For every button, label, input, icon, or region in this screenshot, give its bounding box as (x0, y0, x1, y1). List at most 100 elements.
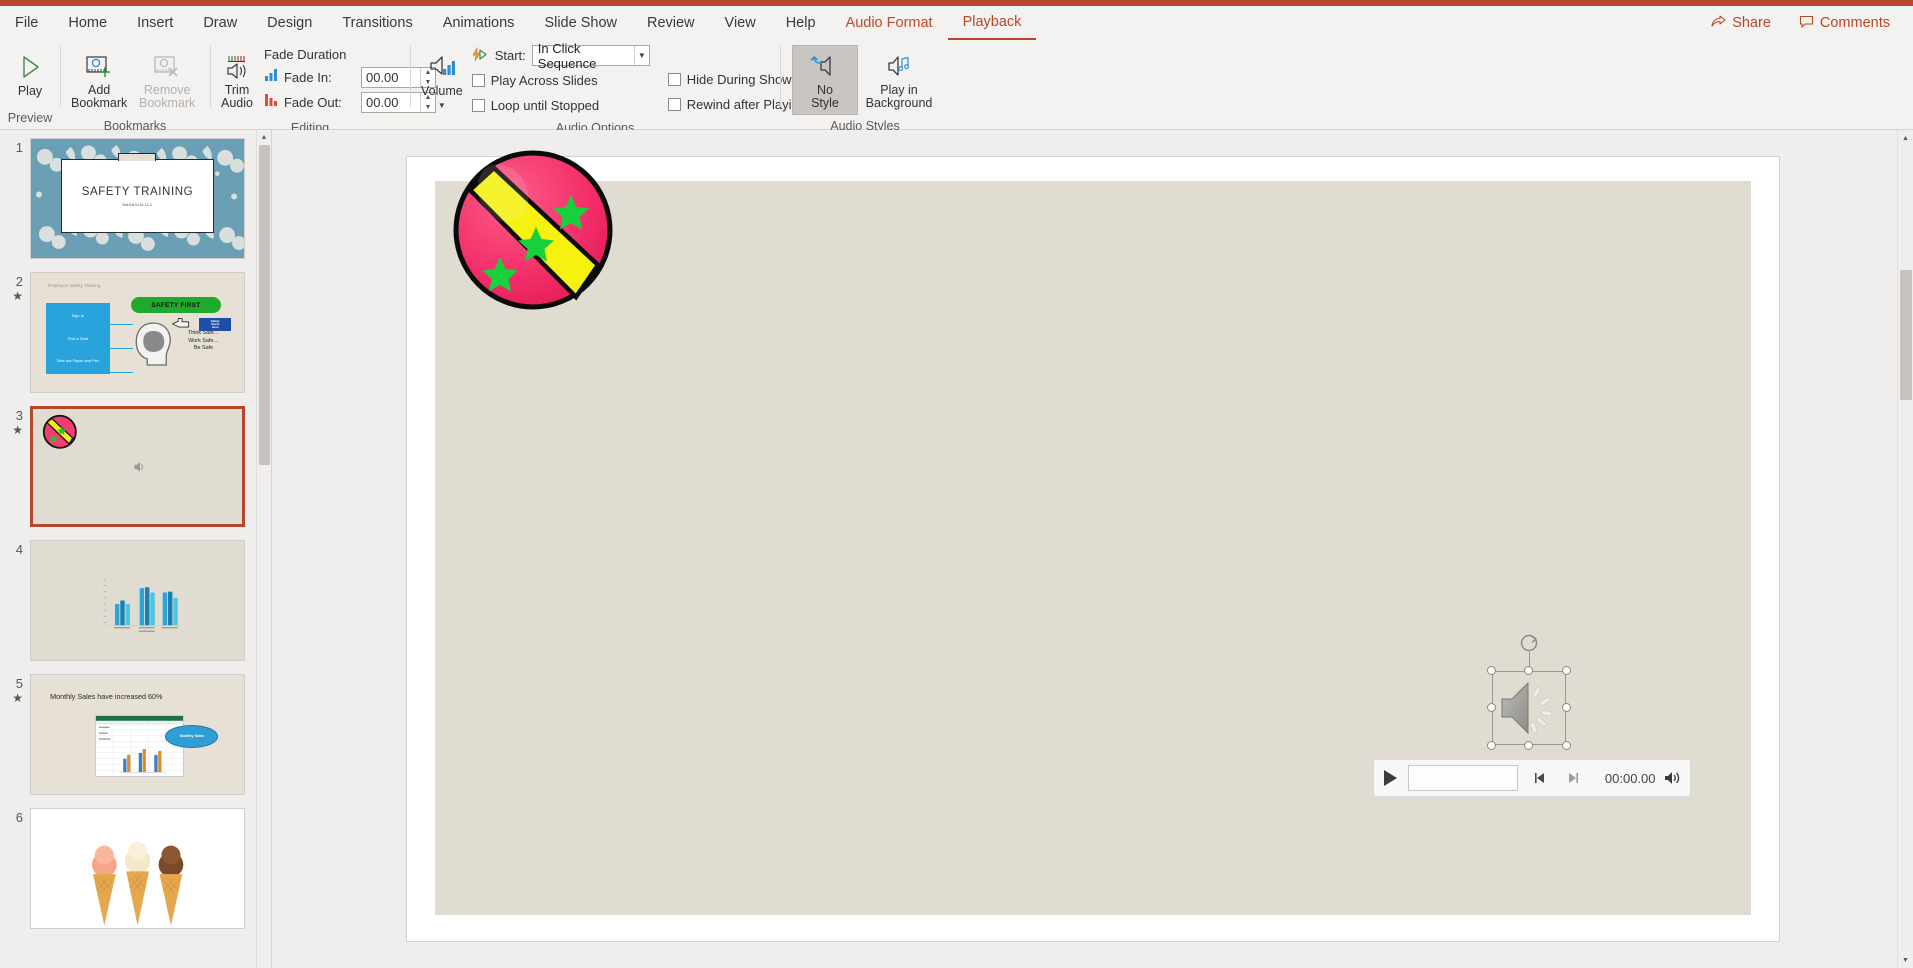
fade-in-icon (264, 68, 279, 87)
thumbnail-row-2[interactable]: 2 ★ Employee Safety Training Sign In Fin… (0, 272, 271, 393)
resize-handle-s[interactable] (1523, 741, 1533, 750)
slide2-banner: SAFETY FIRST (131, 296, 221, 314)
share-label: Share (1732, 15, 1771, 31)
slide-thumbnail-4[interactable] (30, 540, 245, 661)
play-in-background-icon (884, 50, 914, 84)
slide1-title-card: SAFETY TRAINING MAGNOLIA LLC (60, 153, 215, 233)
volume-icon (427, 50, 457, 84)
audio-options-column-1: Start: In Click Sequence ▼ Play Across S… (466, 41, 650, 116)
tab-animations[interactable]: Animations (428, 6, 530, 40)
share-button[interactable]: Share (1700, 10, 1782, 37)
thumbnail-row-3[interactable]: 3 ★ (0, 406, 271, 527)
tab-review[interactable]: Review (632, 6, 710, 40)
add-bookmark-button[interactable]: Add Bookmark (68, 45, 130, 115)
tab-audio-format[interactable]: Audio Format (831, 6, 948, 40)
canvas-scroll-up-button[interactable]: ▲ (1898, 130, 1913, 146)
play-button[interactable]: Play (8, 45, 52, 103)
slide6-ice-cream-image (91, 841, 184, 926)
play-in-background-button[interactable]: Play in Background (860, 45, 938, 115)
canvas-scroll-down-button[interactable]: ▼ (1898, 952, 1913, 968)
play-across-slides-checkbox[interactable] (471, 74, 485, 87)
trim-audio-button[interactable]: Trim Audio (218, 45, 256, 115)
player-progress-track[interactable] (1407, 765, 1518, 791)
thumbnail-scroll-up-button[interactable]: ▲ (257, 130, 271, 145)
volume-dropdown-chevron-down-icon[interactable]: ▼ (438, 99, 446, 112)
loop-until-stopped-label[interactable]: Loop until Stopped (491, 98, 599, 113)
current-slide[interactable]: 00:00.00 (434, 150, 1751, 915)
comment-icon (1799, 15, 1814, 32)
no-style-button[interactable]: No Style (792, 45, 858, 115)
player-volume-icon[interactable] (1664, 770, 1682, 786)
slide1-title: SAFETY TRAINING (81, 185, 194, 198)
thumbnail-scrollbar[interactable]: ▲ (256, 130, 271, 968)
ribbon-group-audio-styles: No Style Play in Background Audio Styles (780, 40, 950, 133)
tab-design[interactable]: Design (252, 6, 327, 40)
start-label: Start: (494, 48, 526, 63)
resize-handle-ne[interactable] (1561, 666, 1571, 675)
slide2-banner-text: SAFETY FIRST (151, 301, 201, 309)
tab-playback[interactable]: Playback (947, 6, 1037, 40)
tab-transitions[interactable]: Transitions (327, 6, 427, 40)
player-step-back-icon[interactable] (1533, 771, 1547, 785)
start-row: Start: In Click Sequence ▼ (472, 41, 650, 71)
audio-player-bar[interactable]: 00:00.00 (1372, 759, 1691, 797)
rewind-after-playing-checkbox[interactable] (667, 98, 681, 111)
resize-handle-w[interactable] (1486, 703, 1496, 712)
no-style-icon (810, 50, 840, 84)
thumbnail-row-5[interactable]: 5 ★ Monthly Sales have increased 60% Mon… (0, 674, 271, 795)
slide5-background: Monthly Sales have increased 60% Monthly… (31, 675, 244, 794)
beach-ball-object[interactable] (448, 145, 618, 315)
tab-slide-show[interactable]: Slide Show (529, 6, 632, 40)
ribbon-group-editing: Trim Audio Fade Duration Fade In: ▲ ▼ (210, 40, 436, 135)
start-select-chevron-down-icon[interactable]: ▼ (633, 46, 649, 65)
canvas-scroll-thumb[interactable] (1900, 270, 1912, 400)
resize-handle-e[interactable] (1561, 703, 1571, 712)
loop-until-stopped-checkbox[interactable] (471, 99, 485, 112)
tab-draw[interactable]: Draw (188, 6, 252, 40)
remove-bookmark-button[interactable]: Remove Bookmark (132, 45, 202, 115)
start-select[interactable]: In Click Sequence ▼ (531, 41, 650, 71)
animation-star-icon-2: ★ (12, 289, 23, 303)
resize-handle-n[interactable] (1523, 666, 1533, 675)
add-bookmark-label-2: Bookmark (71, 96, 128, 110)
thumbnail-scroll-thumb[interactable] (259, 145, 270, 465)
slide-thumbnail-3[interactable] (30, 406, 245, 527)
hide-during-show-checkbox[interactable] (667, 73, 681, 86)
player-play-icon[interactable] (1382, 769, 1398, 787)
no-style-label-2: Style (811, 96, 839, 110)
tab-help[interactable]: Help (771, 6, 831, 40)
rotation-handle-icon[interactable] (1519, 633, 1539, 653)
slide6-background (31, 809, 244, 928)
fade-in-label: Fade In: (283, 70, 332, 85)
slide-thumbnail-2[interactable]: Employee Safety Training Sign In Find a … (30, 272, 245, 393)
tab-insert[interactable]: Insert (122, 6, 188, 40)
slide2-steps-box: Sign In Find a Seat Take out Paper and P… (45, 302, 110, 375)
slide3-audio-speaker-icon (134, 461, 144, 472)
slide1-subtitle: MAGNOLIA LLC (122, 202, 153, 207)
slide-editing-surface[interactable]: 00:00.00 (405, 150, 1780, 942)
beach-ball-image[interactable] (448, 145, 618, 315)
slide-number-2: 2 ★ (4, 272, 30, 393)
play-across-slides-label[interactable]: Play Across Slides (491, 73, 598, 88)
tab-view[interactable]: View (710, 6, 771, 40)
tab-home[interactable]: Home (53, 6, 122, 40)
canvas-scrollbar[interactable]: ▲ ▼ (1897, 130, 1913, 968)
play-across-slides-row[interactable]: Play Across Slides (471, 70, 650, 91)
thumbnail-row-1[interactable]: 1 SAFETY TRAINING MAGNOLIA LLC (0, 138, 271, 259)
slide-thumbnail-1[interactable]: SAFETY TRAINING MAGNOLIA LLC (30, 138, 245, 259)
thumbnail-row-6[interactable]: 6 (0, 808, 271, 929)
resize-handle-sw[interactable] (1486, 741, 1496, 750)
slide-thumbnail-6[interactable] (30, 808, 245, 929)
slide-thumbnail-5[interactable]: Monthly Sales have increased 60% Monthly… (30, 674, 245, 795)
volume-button[interactable]: Volume ▼ (418, 45, 466, 117)
resize-handle-se[interactable] (1561, 741, 1571, 750)
share-icon (1711, 14, 1726, 32)
resize-handle-nw[interactable] (1486, 666, 1496, 675)
hide-during-show-label[interactable]: Hide During Show (687, 72, 792, 87)
audio-object[interactable] (1486, 634, 1571, 750)
player-step-forward-icon[interactable] (1566, 771, 1580, 785)
thumbnail-row-4[interactable]: 4 (0, 540, 271, 661)
tab-file[interactable]: File (0, 6, 53, 40)
loop-until-stopped-row[interactable]: Loop until Stopped (471, 95, 650, 116)
comments-button[interactable]: Comments (1788, 10, 1901, 37)
